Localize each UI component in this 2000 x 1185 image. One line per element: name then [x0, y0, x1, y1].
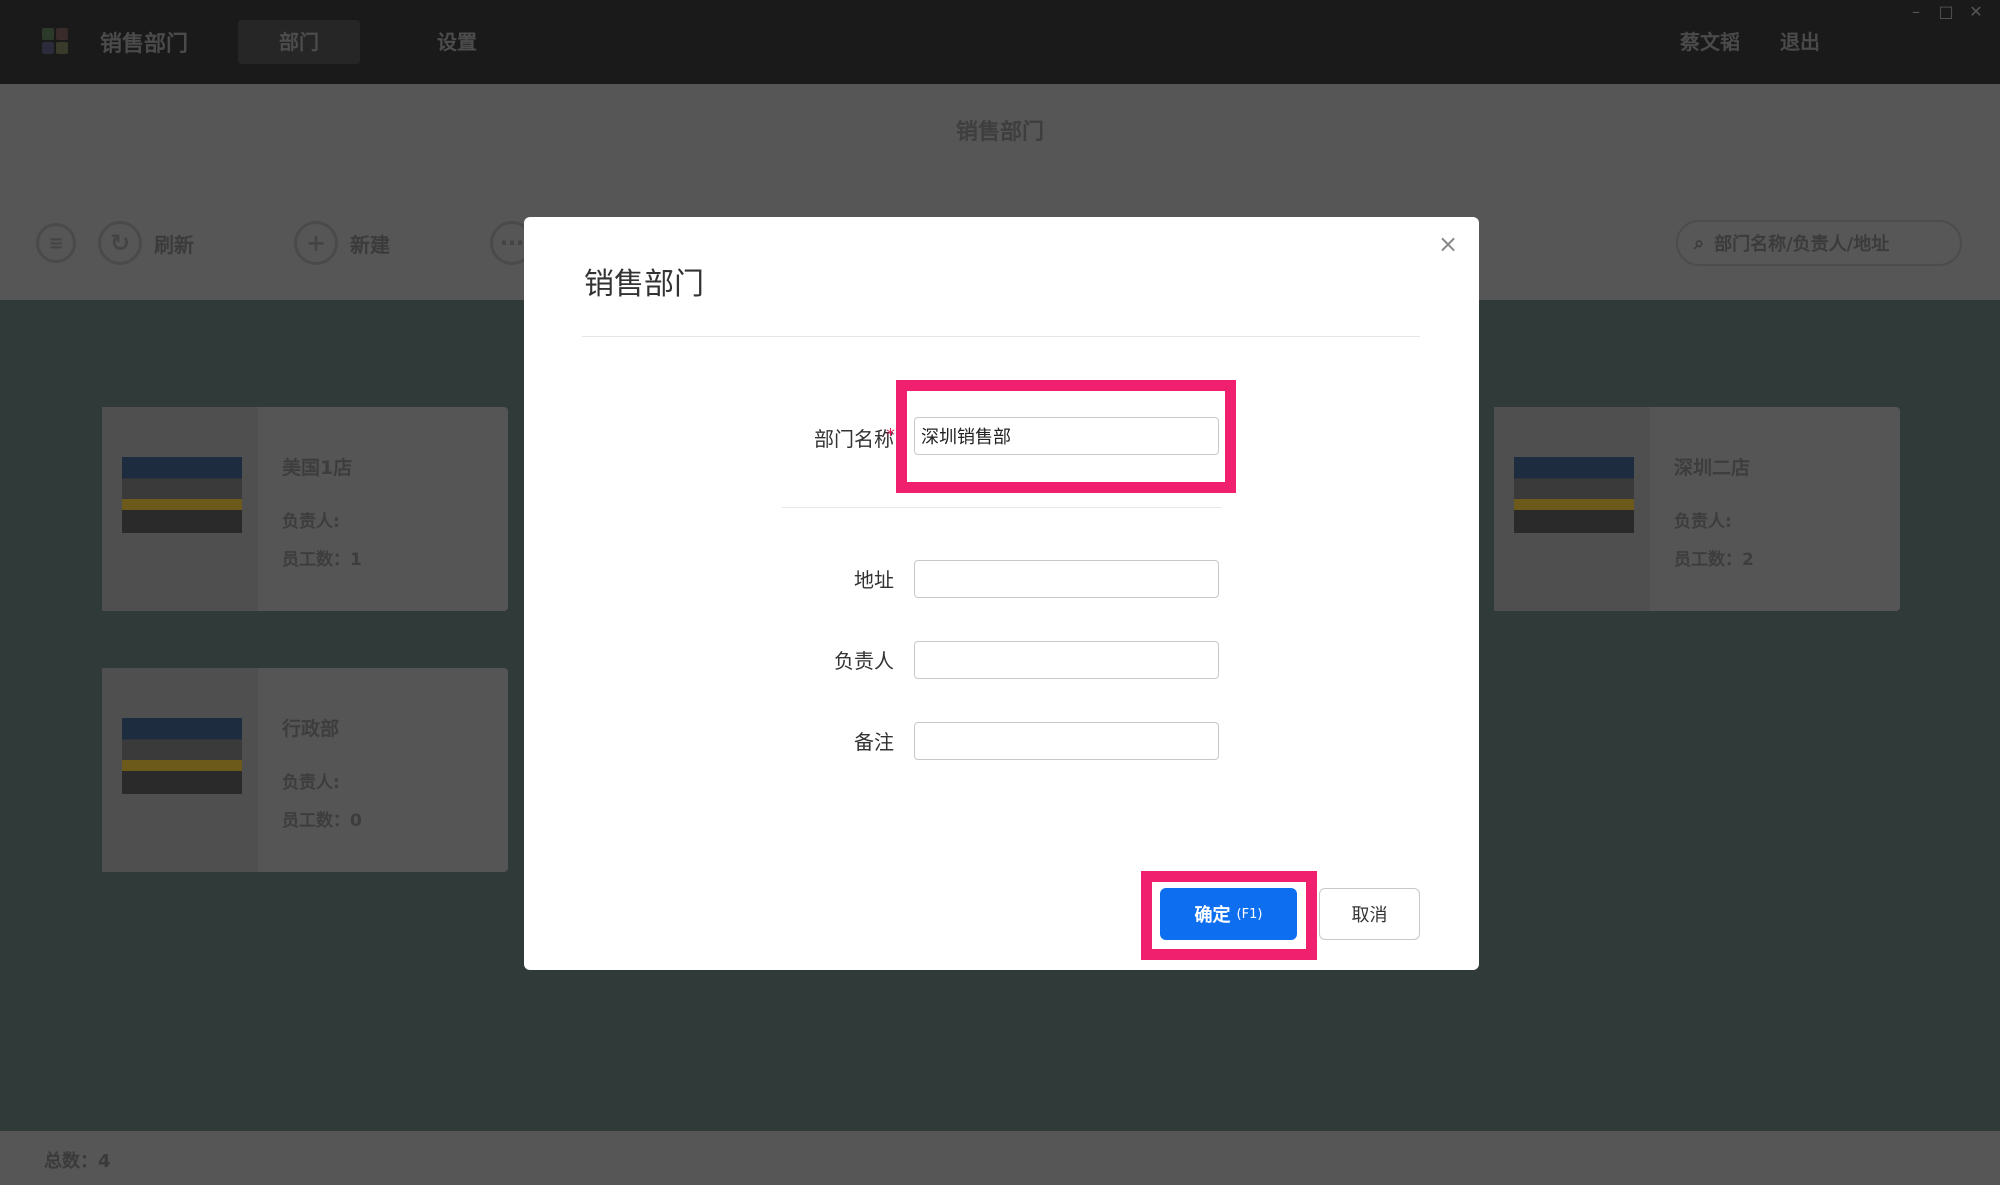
department-employee-count: 员工数：1 [282, 550, 362, 570]
app-logo-icon [42, 28, 70, 56]
total-count: 总数：4 [44, 1151, 111, 1172]
search-placeholder: 部门名称/负责人/地址 [1714, 234, 1890, 255]
department-card[interactable]: 行政部 负责人: 员工数：0 [102, 668, 508, 872]
tab-settings[interactable]: 设置 [396, 20, 518, 64]
address-input[interactable] [914, 560, 1219, 598]
new-button[interactable]: + 新建 [294, 218, 390, 268]
card-thumbnail [102, 668, 258, 872]
refresh-label: 刷新 [154, 232, 194, 257]
card-thumbnail [102, 407, 258, 611]
title-bar: 销售部门 部门 设置 蔡文韬 退出 – □ ✕ [0, 0, 2000, 84]
department-manager: 负责人: [1674, 512, 1732, 532]
manager-label: 负责人 [834, 649, 894, 673]
department-name: 深圳二店 [1674, 457, 1751, 479]
list-icon: ≡ [36, 223, 76, 263]
department-name-input[interactable] [914, 417, 1219, 455]
status-bar: 总数：4 [0, 1131, 2000, 1185]
tab-departments[interactable]: 部门 [238, 20, 360, 64]
refresh-button[interactable]: ↻ 刷新 [98, 218, 194, 268]
department-card[interactable]: 深圳二店 负责人: 员工数：2 [1494, 407, 1900, 611]
department-name: 行政部 [282, 718, 340, 740]
close-icon[interactable]: × [1433, 229, 1463, 259]
department-card[interactable]: 美国1店 负责人: 员工数：1 [102, 407, 508, 611]
plus-icon: + [294, 221, 338, 265]
menu-button[interactable]: ≡ [36, 218, 76, 268]
storefront-image [122, 718, 242, 794]
required-mark: * [886, 425, 895, 446]
page-title: 销售部门 [955, 120, 1044, 145]
form-divider [782, 507, 1222, 508]
storefront-image [1514, 457, 1634, 533]
app-title: 销售部门 [100, 32, 189, 57]
department-manager: 负责人: [282, 512, 340, 532]
confirm-label: 确定 [1194, 905, 1231, 926]
dialog-title: 销售部门 [584, 267, 704, 302]
address-label: 地址 [854, 568, 894, 592]
refresh-icon: ↻ [98, 221, 142, 265]
department-dialog: 销售部门 × 部门名称 * 地址 负责人 备注 确定 (F1) 取消 [524, 217, 1479, 970]
department-employee-count: 员工数：0 [282, 811, 362, 831]
department-manager: 负责人: [282, 773, 340, 793]
confirm-shortcut-hint: (F1) [1236, 906, 1263, 922]
manager-input[interactable] [914, 641, 1219, 679]
maximize-icon[interactable]: □ [1936, 4, 1956, 20]
department-name: 美国1店 [282, 457, 353, 479]
department-name-label: 部门名称 [814, 427, 894, 451]
card-thumbnail [1494, 407, 1650, 611]
search-input[interactable]: ⌕ 部门名称/负责人/地址 [1676, 220, 1962, 266]
dialog-divider [582, 336, 1420, 337]
window-close-icon[interactable]: ✕ [1966, 4, 1986, 20]
confirm-button[interactable]: 确定 (F1) [1160, 888, 1297, 940]
cancel-button[interactable]: 取消 [1319, 888, 1420, 940]
storefront-image [122, 457, 242, 533]
logout-link[interactable]: 退出 [1780, 26, 1820, 55]
new-label: 新建 [350, 232, 390, 257]
department-employee-count: 员工数：2 [1674, 550, 1754, 570]
remark-input[interactable] [914, 722, 1219, 760]
search-icon: ⌕ [1694, 232, 1705, 254]
remark-label: 备注 [854, 730, 894, 754]
minimize-icon[interactable]: – [1906, 4, 1926, 20]
user-name[interactable]: 蔡文韬 [1680, 26, 1740, 55]
